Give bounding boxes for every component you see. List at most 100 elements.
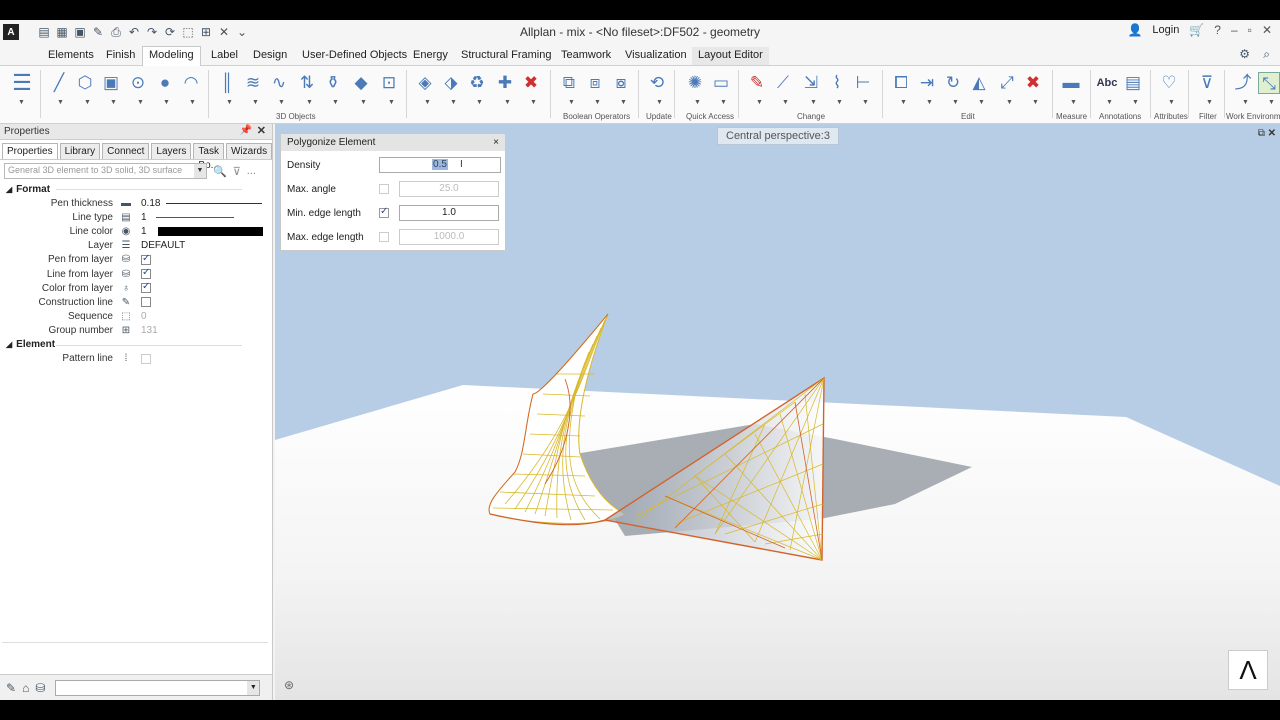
tab-finish[interactable]: Finish [100, 47, 141, 65]
line-3d-icon[interactable]: ╱ [48, 72, 70, 94]
tab-design[interactable]: Design [247, 47, 293, 65]
collapse-icon[interactable]: ◢ [6, 185, 12, 194]
undo-icon[interactable]: ↶ [127, 25, 141, 39]
tab-elements[interactable]: Elements [42, 47, 100, 65]
offset-icon[interactable]: ⇥ [916, 72, 938, 94]
save-icon[interactable]: ▣ [73, 25, 87, 39]
tab-wizards[interactable]: Wizards [225, 143, 273, 159]
attributes-icon[interactable]: ♡ [1158, 72, 1180, 94]
annotation-list-icon[interactable]: ▤ [1122, 72, 1144, 94]
cube-icon[interactable]: ▣ [100, 72, 122, 94]
tab-energy[interactable]: Energy [407, 47, 454, 65]
work-environment-active-icon[interactable]: ⤡ [1258, 72, 1280, 94]
curve-edit-icon[interactable]: ⌇ [826, 72, 848, 94]
tag-icon[interactable]: ◈ [414, 72, 436, 94]
slice-icon[interactable]: ⬗ [440, 72, 462, 94]
print-icon[interactable]: ⎙ [109, 25, 123, 39]
pencil-icon[interactable]: ✎ [746, 72, 768, 94]
cylinder-icon[interactable]: ⊙ [127, 72, 149, 94]
annotation-text-icon[interactable]: Abc [1096, 72, 1118, 94]
close-view-icon[interactable]: ✕ [1268, 128, 1276, 139]
settings-icon[interactable]: ⚙ [1239, 47, 1250, 61]
dialog-close-button[interactable]: × [493, 134, 499, 151]
union-icon[interactable]: ⧉ [558, 72, 580, 94]
tab-properties[interactable]: Properties [2, 143, 58, 159]
prop-line-type[interactable]: Line type ▤ 1 [0, 210, 272, 224]
loft-icon[interactable]: ≋ [242, 72, 264, 94]
help-icon[interactable]: ? [1214, 23, 1221, 37]
move-icon[interactable]: ⇲ [800, 72, 822, 94]
viewport-3d[interactable]: Central perspective:3 ⧉ ✕ Polygonize Ele… [275, 124, 1280, 700]
tab-task-board[interactable]: Task Bo... [193, 143, 224, 171]
line-from-layer-checkbox[interactable] [141, 267, 151, 280]
delete-edit-icon[interactable]: ✖ [1022, 72, 1044, 94]
tools-icon[interactable]: ✕ [217, 25, 231, 39]
filter-icon[interactable]: ⊽ [1196, 72, 1218, 94]
min-edge-length-input[interactable]: 1.0 [399, 205, 499, 221]
customize-icon[interactable]: ⌄ [235, 25, 249, 39]
quick-draw-icon[interactable]: ▭ [710, 72, 732, 94]
prop-line-color[interactable]: Line color ◉ 1 [0, 224, 272, 238]
color-from-layer-checkbox[interactable] [141, 281, 151, 294]
restore-view-icon[interactable]: ⧉ [1258, 128, 1265, 139]
favorites-select[interactable]: ▼ [55, 679, 261, 696]
delete-icon[interactable]: ✖ [520, 72, 542, 94]
tab-connect[interactable]: Connect [102, 143, 150, 159]
tab-layout-editor[interactable]: Layout Editor [692, 47, 769, 65]
eyedropper-icon[interactable]: ✎ [6, 681, 16, 695]
box-icon[interactable]: ⬡ [74, 72, 96, 94]
collapse-icon[interactable]: ◢ [6, 340, 12, 349]
sweep-icon[interactable]: ∿ [268, 72, 290, 94]
pen-from-layer-checkbox[interactable] [141, 253, 151, 265]
quick-select-icon[interactable]: ✺ [684, 72, 706, 94]
view-label[interactable]: Central perspective:3 [717, 127, 839, 145]
element-type-select[interactable]: General 3D element to 3D solid, 3D surfa… [4, 163, 207, 179]
open-icon[interactable]: ▦ [55, 25, 69, 39]
select-icon[interactable]: ⬚ [181, 25, 195, 39]
tab-library[interactable]: Library [59, 143, 101, 159]
max-angle-input[interactable]: 25.0 [399, 181, 499, 197]
max-edge-length-input[interactable]: 1000.0 [399, 229, 499, 245]
chevron-down-icon[interactable]: ▼ [194, 164, 206, 178]
intersect-icon[interactable]: ⧇ [610, 72, 632, 94]
mirror-icon[interactable]: ◭ [968, 72, 990, 94]
funnel-icon[interactable]: ⊽ [233, 165, 241, 178]
density-input[interactable]: 0.5 I [379, 157, 501, 173]
prop-pen-thickness[interactable]: Pen thickness ▬ 0.18 [0, 196, 272, 210]
surface-icon[interactable]: ◠ [180, 72, 202, 94]
format-section[interactable]: ◢ Format [0, 182, 272, 196]
properties-icon[interactable]: ☰ [8, 72, 36, 100]
tab-structural-framing[interactable]: Structural Framing [455, 47, 557, 65]
new-file-icon[interactable]: ▤ [37, 25, 51, 39]
modify-icon[interactable]: ✚ [494, 72, 516, 94]
tab-label[interactable]: Label [205, 47, 244, 65]
rotate-copy-icon[interactable]: ↻ [942, 72, 964, 94]
min-edge-length-checkbox[interactable] [379, 206, 389, 218]
pin-icon[interactable]: 📌 [240, 125, 252, 136]
element-section[interactable]: ◢ Element [0, 338, 272, 352]
tab-modeling[interactable]: Modeling [142, 46, 201, 67]
tab-layers[interactable]: Layers [151, 143, 192, 159]
fillet-icon[interactable]: ♻ [466, 72, 488, 94]
panel-close-icon[interactable]: ✕ [257, 124, 266, 137]
minimize-icon[interactable]: – [1231, 23, 1238, 37]
extrude-icon[interactable]: ║ [216, 72, 238, 94]
prop-sequence[interactable]: Sequence ⬚ 0 [0, 310, 272, 324]
split-icon[interactable]: ⊢ [852, 72, 874, 94]
max-angle-checkbox[interactable] [379, 184, 389, 194]
revolve-icon[interactable]: ⚱ [322, 72, 344, 94]
prop-layer[interactable]: Layer ☰ DEFAULT [0, 239, 272, 253]
sphere-icon[interactable]: ● [154, 72, 176, 94]
shell-icon[interactable]: ◆ [350, 72, 372, 94]
pattern-line-checkbox[interactable] [141, 353, 151, 364]
edit-icon[interactable]: ✎ [91, 25, 105, 39]
update-icon[interactable]: ⟲ [646, 72, 668, 94]
scale-icon[interactable]: ⤢ [996, 72, 1018, 94]
magnifier-icon[interactable]: 🔍 [213, 165, 227, 178]
cart-icon[interactable]: 🛒 [1189, 23, 1204, 37]
refresh-icon[interactable]: ⟳ [163, 25, 177, 39]
search-icon[interactable]: ⌕ [1263, 47, 1270, 62]
tab-user-defined-objects[interactable]: User-Defined Objects [296, 47, 413, 65]
copy-icon[interactable]: ⧠ [890, 72, 912, 94]
prop-group-number[interactable]: Group number ⊞ 131 [0, 324, 272, 338]
